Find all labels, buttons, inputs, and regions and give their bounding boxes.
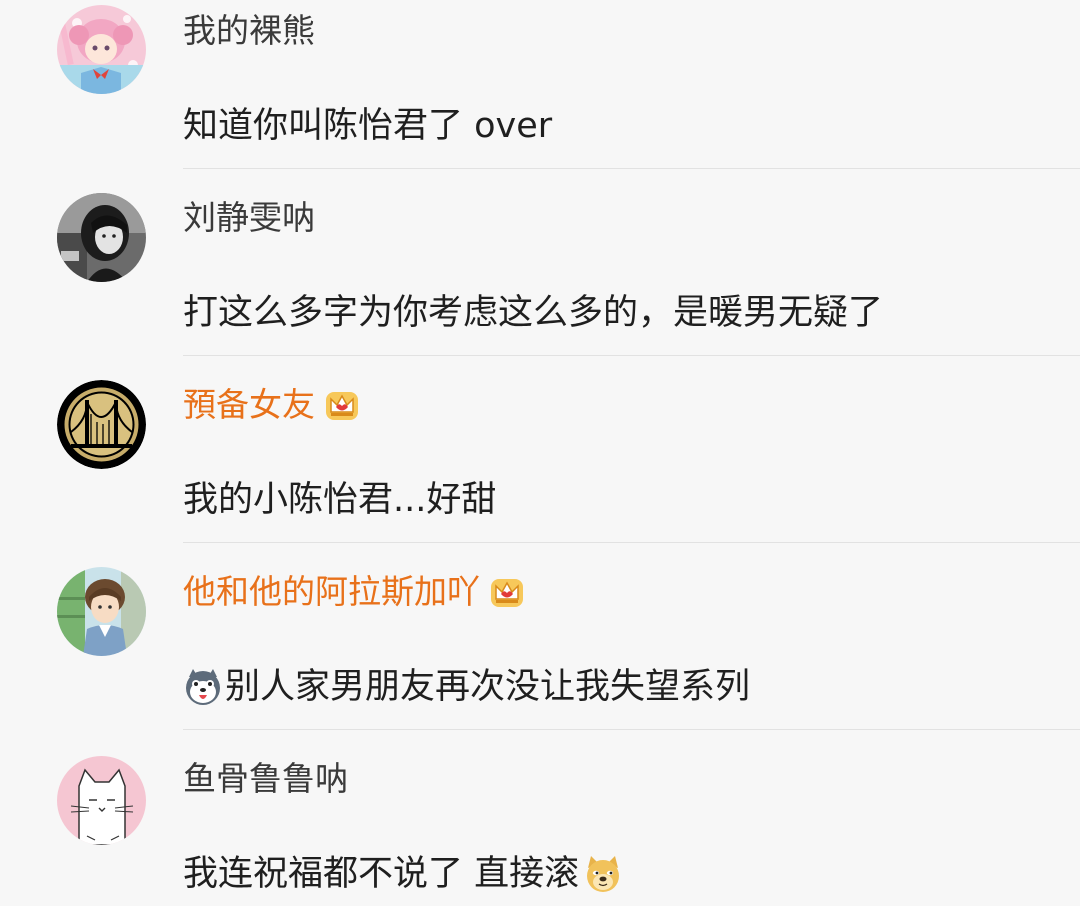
- username[interactable]: 他和他的阿拉斯加吖: [183, 572, 526, 612]
- comment-text: 打这么多字为你考虑这么多的，是暖男无疑了: [183, 291, 883, 335]
- avatar[interactable]: [57, 756, 146, 845]
- username[interactable]: 我的裸熊: [183, 11, 315, 51]
- username[interactable]: 刘静雯呐: [183, 198, 315, 238]
- anime-boy-avatar-icon: [57, 567, 146, 656]
- divider: [183, 542, 1080, 543]
- comment-text-content: 我的小陈怡君...好甜: [183, 480, 497, 520]
- crown-icon: [326, 392, 358, 420]
- comment-item: 刘静雯呐 打这么多字为你考虑这么多的，是暖男无疑了: [0, 187, 1080, 374]
- username-text: 預备女友: [183, 385, 315, 424]
- husky-emoji-icon: [186, 669, 220, 705]
- portrait-photo-avatar-icon: [57, 193, 146, 282]
- comment-text-content: 我连祝福都不说了 直接滚: [183, 854, 580, 894]
- username-text: 他和他的阿拉斯加吖: [183, 572, 480, 611]
- divider: [183, 355, 1080, 356]
- comment-text: 知道你叫陈怡君了 over: [183, 104, 552, 148]
- comment-text-content: 别人家男朋友再次没让我失望系列: [225, 667, 751, 707]
- cat-drawing-avatar-icon: [57, 756, 146, 845]
- divider: [183, 729, 1080, 730]
- avatar[interactable]: [57, 193, 146, 282]
- doge-emoji-icon: [587, 856, 620, 892]
- comment-item: 預备女友 我的小陈怡君...好甜: [0, 374, 1080, 561]
- comment-text: 别人家男朋友再次没让我失望系列: [183, 665, 750, 709]
- comment-item: 他和他的阿拉斯加吖 别人家男朋友再次没让我失望系列: [0, 561, 1080, 748]
- comment-text-content: 知道你叫陈怡君了 over: [183, 106, 553, 146]
- avatar[interactable]: [57, 567, 146, 656]
- comment-list: 我的裸熊 知道你叫陈怡君了 over 刘静雯呐 打这么多字为你考虑这么多的，是暖: [0, 0, 1080, 906]
- comment-text-content: 打这么多字为你考虑这么多的，是暖男无疑了: [183, 293, 884, 333]
- comment-item: 我的裸熊 知道你叫陈怡君了 over: [0, 0, 1080, 187]
- comment-item: 鱼骨鲁鲁呐 我连祝福都不说了 直接滚: [0, 748, 1080, 906]
- warriors-logo-avatar-icon: [57, 380, 146, 469]
- crown-icon: [491, 579, 523, 607]
- anime-girl-avatar-icon: [57, 5, 146, 94]
- comment-text: 我连祝福都不说了 直接滚: [183, 852, 623, 896]
- avatar[interactable]: [57, 5, 146, 94]
- username[interactable]: 鱼骨鲁鲁呐: [183, 759, 348, 799]
- avatar[interactable]: [57, 380, 146, 469]
- comment-text: 我的小陈怡君...好甜: [183, 478, 496, 522]
- username[interactable]: 預备女友: [183, 385, 361, 425]
- divider: [183, 168, 1080, 169]
